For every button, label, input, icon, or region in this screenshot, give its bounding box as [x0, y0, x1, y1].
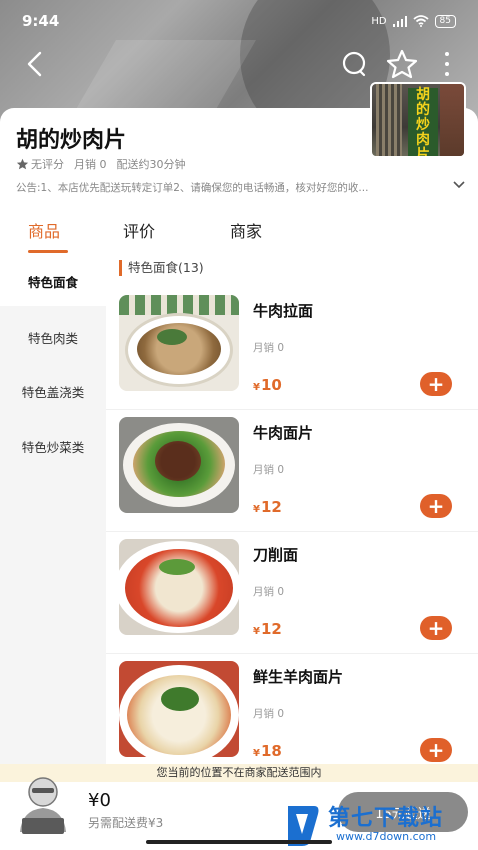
product-item[interactable]: 鲜生羊肉面片 月销 0 ¥18 +: [106, 654, 478, 776]
home-indicator[interactable]: [146, 840, 332, 844]
add-to-cart-button[interactable]: +: [420, 738, 452, 762]
store-tabs: 商品 评价 商家: [0, 218, 478, 258]
add-to-cart-button[interactable]: +: [420, 372, 452, 396]
delivery-fee: 另需配送费¥3: [88, 816, 164, 830]
product-image: [119, 539, 239, 635]
wifi-icon: [412, 15, 429, 27]
category-item-noodles[interactable]: 特色面食: [0, 256, 106, 306]
status-time: 9:44: [22, 12, 60, 30]
chevron-down-icon[interactable]: [452, 178, 466, 192]
product-sales: 月销 0: [253, 708, 285, 720]
category-sidebar: 特色面食 特色肉类 特色盖浇类 特色炒菜类: [0, 256, 106, 766]
rating-text: 无评分: [31, 158, 64, 171]
add-to-cart-button[interactable]: +: [420, 616, 452, 640]
favorite-star-icon[interactable]: [386, 49, 418, 79]
product-image: [119, 417, 239, 513]
product-image: [119, 661, 239, 757]
add-to-cart-button[interactable]: +: [420, 494, 452, 518]
tab-merchant[interactable]: 商家: [230, 218, 262, 242]
cart-total: ¥0: [88, 790, 111, 811]
product-sales: 月销 0: [253, 586, 285, 598]
store-name: 胡的炒肉片: [16, 128, 127, 153]
status-bar: 9:44 HD 85: [0, 0, 478, 42]
product-price: ¥18: [253, 742, 282, 760]
store-logo: 胡 的 炒 肉 片: [370, 82, 466, 158]
product-item[interactable]: 刀削面 月销 0 ¥12 +: [106, 532, 478, 654]
product-name: 牛肉拉面: [253, 302, 314, 320]
monthly-sales: 月销 0: [74, 158, 107, 171]
star-icon: [16, 158, 29, 170]
network-label: HD: [371, 15, 387, 27]
product-name: 牛肉面片: [253, 424, 314, 442]
product-image: [119, 295, 239, 391]
product-item[interactable]: 牛肉面片 月销 0 ¥12 +: [106, 410, 478, 532]
product-name: 刀削面: [253, 546, 299, 564]
rating: 无评分: [16, 156, 64, 172]
cart-avatar-icon[interactable]: [8, 770, 78, 840]
product-price: ¥12: [253, 498, 282, 516]
battery-indicator: 85: [434, 14, 456, 28]
store-notice[interactable]: 公告:1、本店优先配送玩转定订单2、请确保您的电话畅通，核对好您的收...: [16, 180, 446, 195]
product-item[interactable]: 牛肉拉面 月销 0 ¥10 +: [106, 288, 478, 410]
product-price: ¥12: [253, 620, 282, 638]
watermark-title: 第七下载站: [328, 806, 444, 831]
category-item-stir-fry[interactable]: 特色炒菜类: [0, 421, 106, 471]
tab-reviews[interactable]: 评价: [123, 218, 155, 242]
watermark-url: www.d7down.com: [336, 830, 437, 843]
store-meta: 无评分 月销 0 配送约30分钟: [16, 156, 186, 172]
tab-underline: [28, 250, 68, 253]
back-arrow-icon[interactable]: [22, 50, 50, 78]
signal-icon: [392, 15, 407, 27]
category-item-meat[interactable]: 特色肉类: [0, 312, 106, 362]
category-title: 特色面食(13): [119, 260, 204, 276]
tab-products[interactable]: 商品: [28, 218, 60, 242]
category-item-rice-bowl[interactable]: 特色盖浇类: [0, 366, 106, 416]
delivery-time: 配送约30分钟: [116, 158, 186, 171]
product-name: 鲜生羊肉面片: [253, 668, 344, 686]
product-sales: 月销 0: [253, 464, 285, 476]
more-options-icon[interactable]: [440, 50, 454, 78]
chat-bubble-icon[interactable]: [340, 50, 368, 78]
status-icons: HD 85: [371, 14, 456, 28]
product-sales: 月销 0: [253, 342, 285, 354]
product-price: ¥10: [253, 376, 282, 394]
nav-bar: [0, 44, 478, 84]
